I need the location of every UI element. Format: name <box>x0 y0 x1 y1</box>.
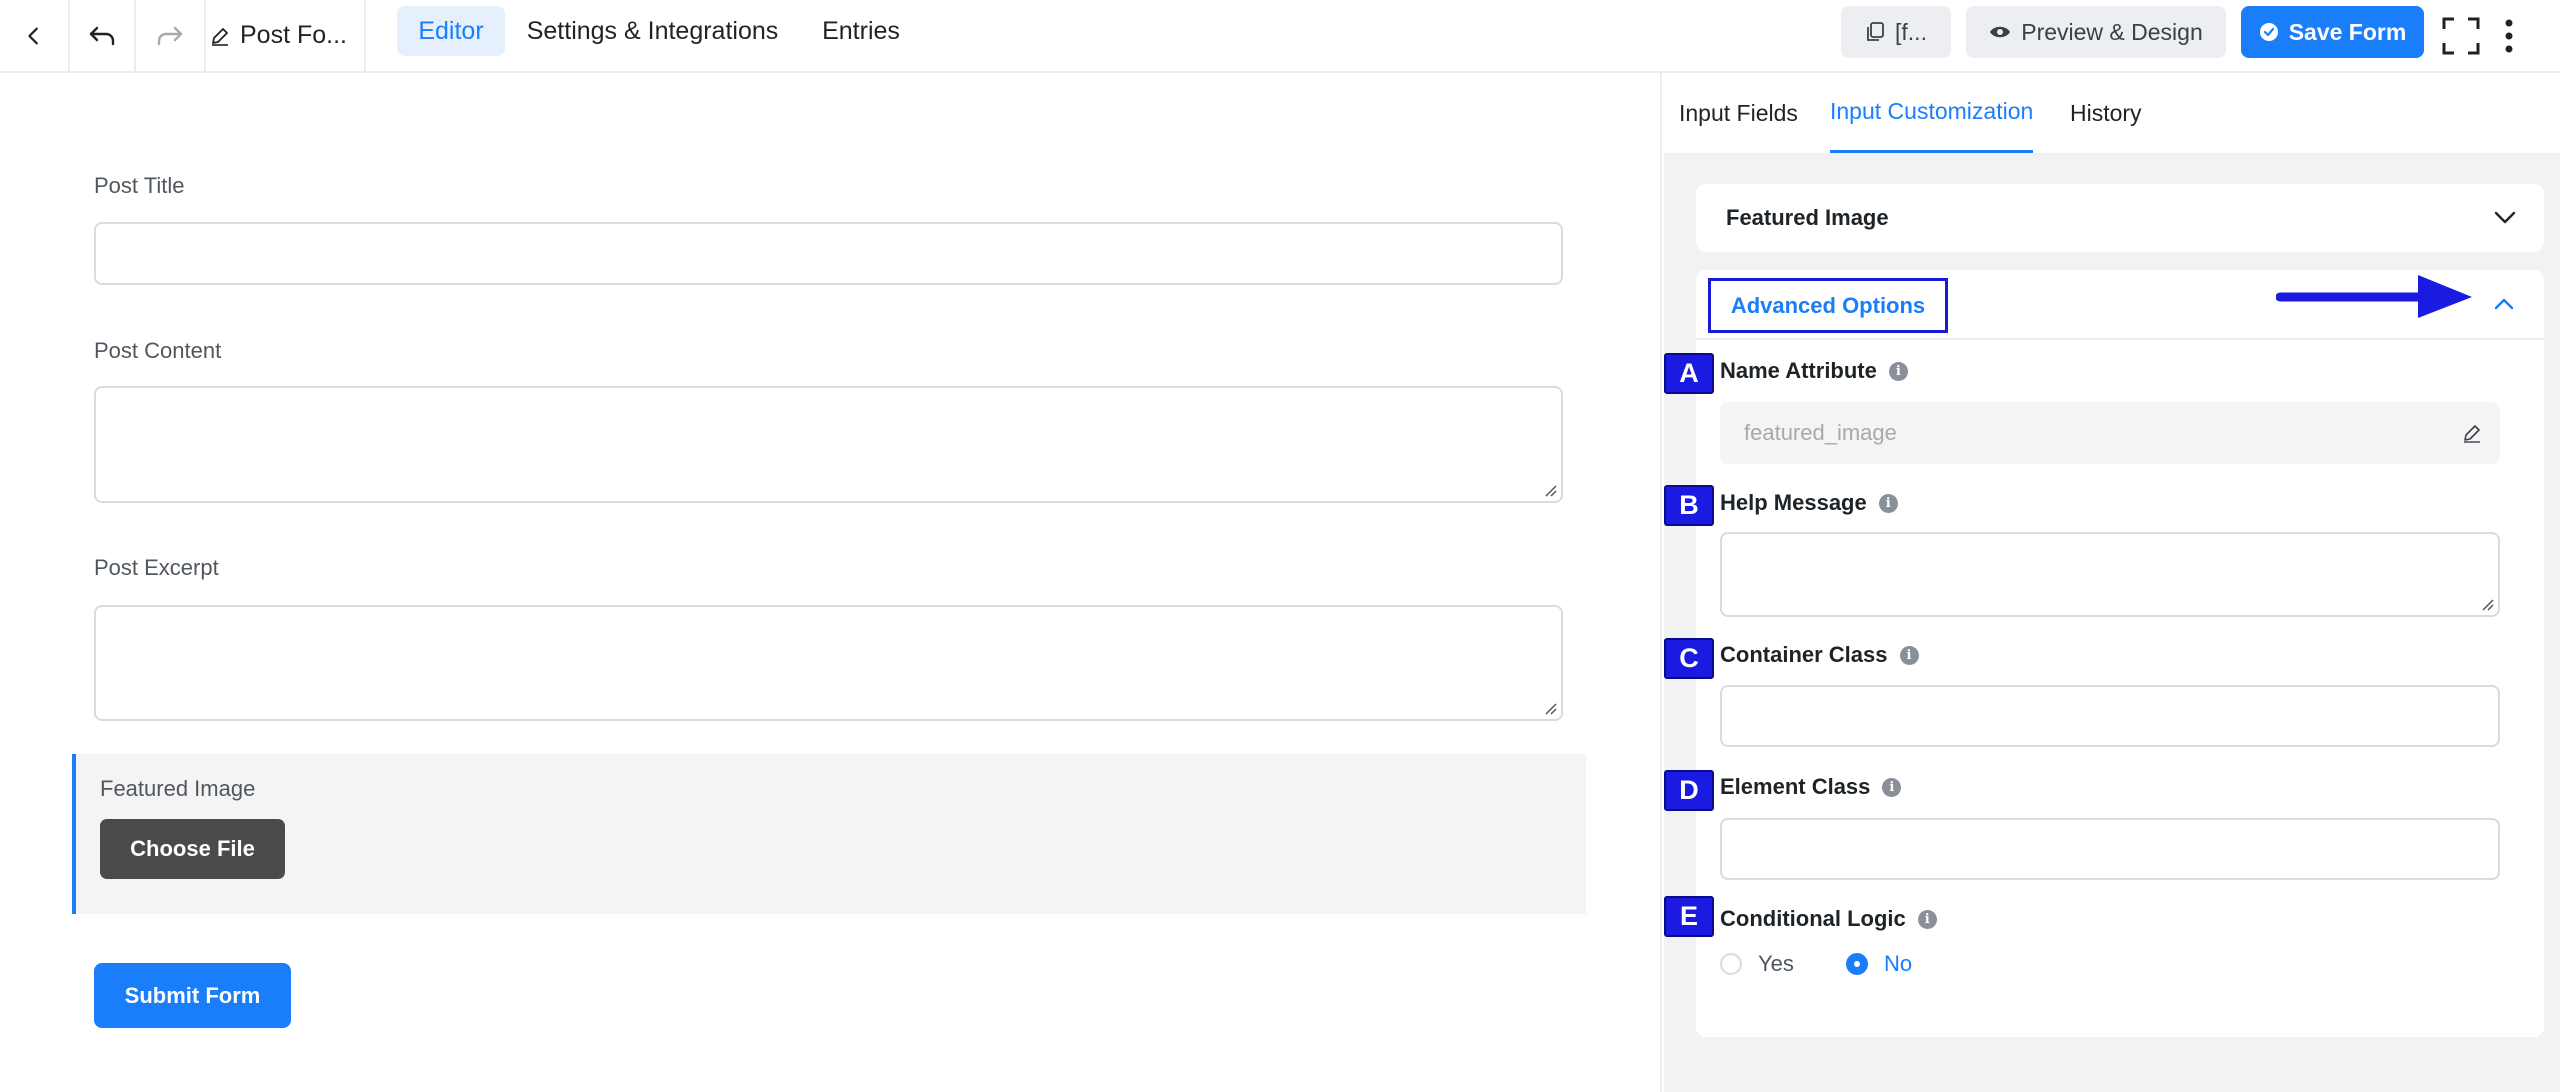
conditional-logic-no-option[interactable]: No <box>1846 951 1912 977</box>
submit-form-button[interactable]: Submit Form <box>94 963 291 1028</box>
undo-icon <box>89 26 115 45</box>
element-class-label: Element Class i <box>1720 774 1902 800</box>
info-icon[interactable]: i <box>1899 645 1919 665</box>
tab-input-fields[interactable]: Input Fields <box>1679 73 1798 153</box>
form-editor-canvas: Post Title Post Content Post Excerpt Fea… <box>0 73 1662 1092</box>
check-circle-icon <box>2259 23 2278 41</box>
help-message-textarea[interactable] <box>1720 532 2500 617</box>
save-form-label: Save Form <box>2288 18 2407 45</box>
more-options-button[interactable] <box>2494 0 2524 71</box>
panel-tabs: Input Fields Input Customization History <box>1664 73 2560 153</box>
advanced-options-toggle[interactable]: Advanced Options <box>1708 278 1948 333</box>
annotation-badge-e: E <box>1664 896 1714 937</box>
save-form-button[interactable]: Save Form <box>2241 6 2424 58</box>
conditional-logic-label: Conditional Logic i <box>1720 906 1937 932</box>
radio-no-label: No <box>1884 951 1913 976</box>
annotation-badge-a: A <box>1664 353 1714 394</box>
help-message-text: Help Message <box>1720 490 1867 515</box>
redo-icon <box>157 26 183 45</box>
conditional-logic-text: Conditional Logic <box>1720 906 1906 931</box>
top-toolbar: Post Fo... Editor Settings & Integration… <box>0 0 2560 73</box>
tab-settings-integrations[interactable]: Settings & Integrations <box>515 6 790 56</box>
post-excerpt-textarea[interactable] <box>94 605 1563 721</box>
more-vertical-icon <box>2505 19 2513 52</box>
copy-icon <box>1867 22 1884 41</box>
post-content-label: Post Content <box>94 338 222 363</box>
radio-yes-label: Yes <box>1758 951 1794 976</box>
radio-no[interactable] <box>1846 953 1868 975</box>
featured-image-section-title: Featured Image <box>1726 205 1889 230</box>
container-class-text: Container Class <box>1720 642 1888 667</box>
tab-history[interactable]: History <box>2070 73 2142 153</box>
choose-file-button[interactable]: Choose File <box>100 819 285 879</box>
pencil-icon <box>2464 425 2480 443</box>
post-title-input[interactable] <box>94 222 1563 285</box>
resize-handle-icon[interactable] <box>1543 483 1557 497</box>
shortcode-label: [f... <box>1895 18 1927 45</box>
resize-handle-icon[interactable] <box>1543 701 1557 715</box>
annotation-badge-d: D <box>1664 770 1714 811</box>
settings-panel: Input Fields Input Customization History… <box>1664 73 2560 1092</box>
fullscreen-button[interactable] <box>2438 0 2484 71</box>
post-content-textarea[interactable] <box>94 386 1563 503</box>
name-attribute-input[interactable]: featured_image <box>1720 402 2500 464</box>
name-attribute-text: Name Attribute <box>1720 358 1877 383</box>
undo-button[interactable] <box>70 0 136 71</box>
preview-design-button[interactable]: Preview & Design <box>1966 6 2226 58</box>
info-icon[interactable]: i <box>1888 361 1908 381</box>
pencil-icon <box>212 27 228 46</box>
featured-image-field[interactable]: Featured Image Choose File <box>72 754 1586 914</box>
tab-editor[interactable]: Editor <box>397 6 505 56</box>
featured-image-section[interactable]: Featured Image <box>1696 184 2544 252</box>
chevron-up-icon[interactable] <box>2494 270 2514 338</box>
annotation-badge-b: B <box>1664 485 1714 526</box>
back-button[interactable] <box>0 0 70 71</box>
edit-name-attribute-button[interactable] <box>2462 404 2482 462</box>
form-title-text: Post Fo... <box>240 21 347 49</box>
help-message-label: Help Message i <box>1720 490 1898 516</box>
annotation-badge-c: C <box>1664 638 1714 679</box>
chevron-left-icon <box>28 27 38 44</box>
form-title[interactable]: Post Fo... <box>206 0 366 71</box>
info-icon[interactable]: i <box>1917 909 1937 929</box>
shortcode-button[interactable]: [f... <box>1841 6 1951 58</box>
preview-design-label: Preview & Design <box>2021 18 2203 45</box>
fullscreen-icon <box>2442 17 2480 54</box>
featured-image-label: Featured Image <box>100 776 256 801</box>
redo-button[interactable] <box>136 0 206 71</box>
name-attribute-label: Name Attribute i <box>1720 358 1908 384</box>
tab-entries[interactable]: Entries <box>808 6 914 56</box>
resize-handle-icon[interactable] <box>2480 597 2494 611</box>
element-class-text: Element Class <box>1720 774 1871 799</box>
post-title-label: Post Title <box>94 173 185 198</box>
post-excerpt-label: Post Excerpt <box>94 555 219 580</box>
conditional-logic-yes-option[interactable]: Yes <box>1720 951 1794 977</box>
eye-icon <box>1990 26 2011 38</box>
annotation-arrow-icon <box>2276 275 2472 318</box>
chevron-down-icon <box>2494 184 2516 252</box>
section-divider <box>1696 338 2544 340</box>
element-class-input[interactable] <box>1720 818 2500 880</box>
advanced-options-title: Advanced Options <box>1730 292 1926 318</box>
info-icon[interactable]: i <box>1878 493 1898 513</box>
name-attribute-value: featured_image <box>1744 420 1897 445</box>
tab-input-customization[interactable]: Input Customization <box>1830 73 2034 153</box>
container-class-label: Container Class i <box>1720 642 1919 668</box>
radio-yes[interactable] <box>1720 953 1742 975</box>
info-icon[interactable]: i <box>1882 777 1902 797</box>
container-class-input[interactable] <box>1720 685 2500 747</box>
